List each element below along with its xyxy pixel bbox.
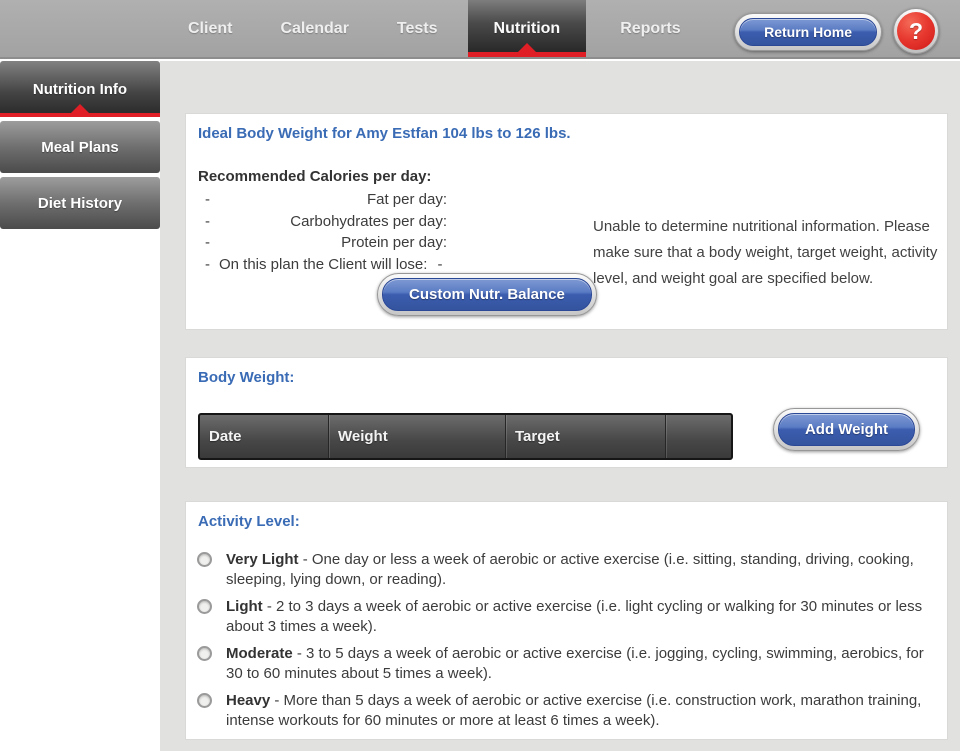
light-name: Light [226, 598, 263, 615]
lose-prefix: - [205, 255, 210, 273]
body-weight-title: Body Weight: [198, 369, 295, 386]
column-header-empty [665, 415, 731, 458]
top-nav-bar: Client Calendar Tests Nutrition Reports … [0, 0, 960, 59]
protein-label: Protein per day: [341, 234, 447, 251]
separator: - [262, 598, 276, 615]
ideal-body-weight-panel: Ideal Body Weight for Amy Estfan 104 lbs… [185, 113, 948, 330]
body-weight-table-header: Date Weight Target [198, 413, 733, 460]
carbohydrates-label: Carbohydrates per day: [290, 212, 447, 230]
tab-calendar[interactable]: Calendar [262, 0, 366, 57]
activity-option-heavy[interactable]: Heavy - More than 5 days a week of aerob… [197, 691, 947, 731]
very-light-description: One day or less a week of aerobic or act… [226, 551, 914, 588]
separator: - [292, 645, 307, 662]
tab-tests[interactable]: Tests [379, 0, 456, 57]
sidebar-item-meal-plans[interactable]: Meal Plans [0, 121, 160, 173]
light-description: 2 to 3 days a week of aerobic or active … [226, 598, 923, 635]
add-weight-button[interactable]: Add Weight [772, 408, 920, 451]
radio-button-moderate[interactable] [197, 646, 212, 661]
sidebar-item-diet-history[interactable]: Diet History [0, 177, 160, 229]
radio-button-heavy[interactable] [197, 693, 212, 708]
heavy-name: Heavy [226, 692, 271, 709]
carbohydrates-value: - [205, 212, 210, 230]
very-light-text: Very Light - One day or less a week of a… [226, 550, 932, 590]
help-button[interactable]: ? [893, 8, 939, 54]
question-mark-icon: ? [897, 12, 935, 50]
sidebar-item-nutrition-info[interactable]: Nutrition Info [0, 61, 160, 117]
custom-nutr-balance-button[interactable]: Custom Nutr. Balance [377, 273, 597, 316]
activity-options: Very Light - One day or less a week of a… [197, 550, 947, 731]
heavy-description: More than 5 days a week of aerobic or ac… [226, 692, 922, 729]
carbohydrates-row: - Carbohydrates per day: [205, 211, 447, 233]
moderate-description: 3 to 5 days a week of aerobic or active … [226, 645, 924, 682]
separator: - [270, 692, 284, 709]
fat-value: - [205, 191, 210, 208]
column-header-target: Target [505, 415, 665, 458]
client-will-lose-row: - On this plan the Client will lose: - [205, 254, 447, 276]
return-home-button[interactable]: Return Home [734, 13, 882, 51]
lose-label: On this plan the Client will lose: [219, 255, 428, 273]
lose-value: - [437, 255, 443, 273]
heavy-text: Heavy - More than 5 days a week of aerob… [226, 691, 932, 731]
nutrition-warning-note: Unable to determine nutritional informat… [593, 218, 938, 287]
sidebar: Nutrition Info Meal Plans Diet History [0, 61, 160, 233]
moderate-name: Moderate [226, 645, 293, 662]
light-text: Light - 2 to 3 days a week of aerobic or… [226, 597, 932, 637]
protein-value: - [205, 234, 210, 251]
return-home-label: Return Home [739, 18, 877, 46]
ideal-body-weight-title: Ideal Body Weight for Amy Estfan 104 lbs… [198, 125, 571, 142]
separator: - [298, 551, 312, 568]
tab-nutrition[interactable]: Nutrition [467, 0, 587, 57]
nutrition-summary-rows: - Fat per day: - Carbohydrates per day: … [205, 189, 447, 275]
add-weight-label: Add Weight [777, 413, 915, 446]
main-content: Ideal Body Weight for Amy Estfan 104 lbs… [160, 61, 960, 751]
activity-level-title: Activity Level: [198, 513, 300, 530]
radio-button-light[interactable] [197, 599, 212, 614]
radio-button-very-light[interactable] [197, 552, 212, 567]
tab-reports[interactable]: Reports [602, 0, 698, 57]
tab-client[interactable]: Client [170, 0, 250, 57]
recommended-calories-heading: Recommended Calories per day: [198, 168, 432, 185]
column-header-date: Date [209, 428, 242, 445]
very-light-name: Very Light [226, 551, 299, 568]
moderate-text: Moderate - 3 to 5 days a week of aerobic… [226, 644, 932, 684]
activity-option-moderate[interactable]: Moderate - 3 to 5 days a week of aerobic… [197, 644, 947, 684]
fat-row: - Fat per day: [205, 189, 447, 211]
protein-row: - Protein per day: [205, 232, 447, 254]
body-weight-panel: Body Weight: Date Weight Target Add Weig… [185, 357, 948, 468]
app-window: Client Calendar Tests Nutrition Reports … [0, 0, 960, 751]
activity-option-very-light[interactable]: Very Light - One day or less a week of a… [197, 550, 947, 590]
column-header-weight: Weight [328, 415, 505, 458]
custom-nutr-balance-label: Custom Nutr. Balance [382, 278, 592, 311]
activity-option-light[interactable]: Light - 2 to 3 days a week of aerobic or… [197, 597, 947, 637]
activity-level-panel: Activity Level: Very Light - One day or … [185, 501, 948, 740]
fat-label: Fat per day: [366, 191, 447, 208]
